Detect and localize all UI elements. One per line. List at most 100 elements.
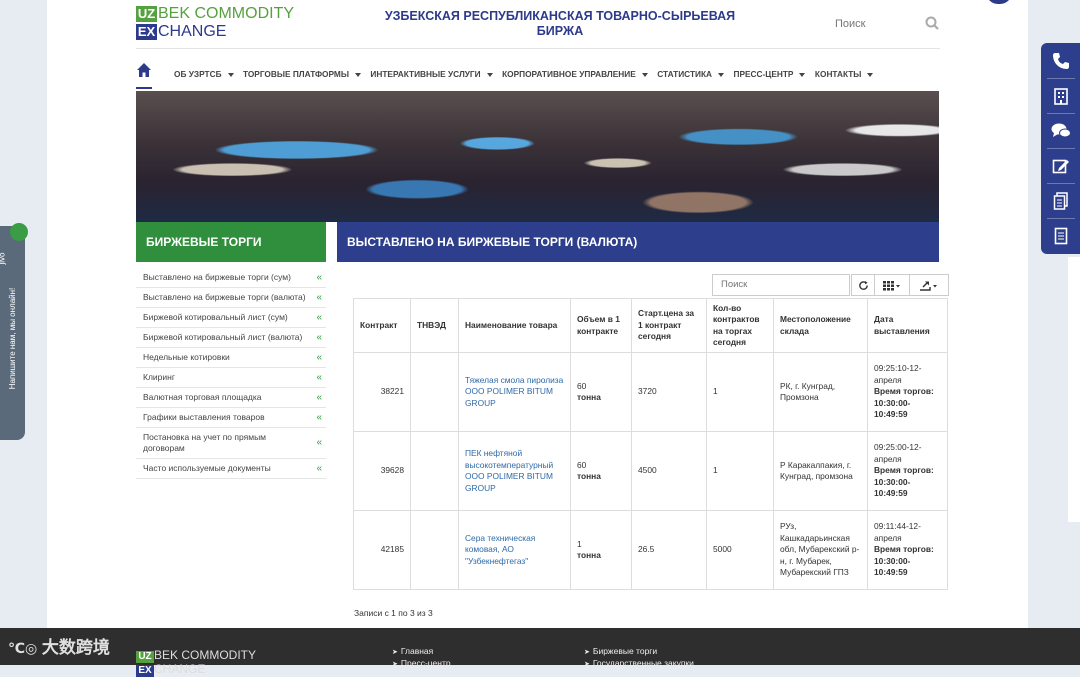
logo-row-bottom: EX CHANGE (136, 24, 226, 40)
col-header-price[interactable]: Старт.цена за 1 контракт сегодня (631, 298, 707, 353)
export-icon (920, 281, 937, 291)
records-info: Записи с 1 по 3 из 3 (354, 608, 433, 618)
header-search (835, 14, 945, 32)
nav-item-services[interactable]: ИНТЕРАКТИВНЫЕ УСЛУГИ (370, 69, 493, 79)
nav-item-statistics[interactable]: СТАТИСТИКА (657, 69, 725, 79)
cell-date: 09:11:44-12-апреля Время торгов: 10:30:00-… (867, 510, 948, 590)
side-menu-item[interactable]: Выставлено на биржевые торги (сум) « (136, 268, 326, 288)
chevron-down-icon (641, 72, 648, 77)
product-link[interactable]: Тяжелая смола пиролиза ООО POLIMER BITUM… (465, 375, 563, 408)
refresh-button[interactable] (851, 274, 875, 296)
chevron-left-icon: « (316, 371, 322, 383)
col-header-volume[interactable]: Объем в 1 контракте (570, 298, 632, 353)
nav-item-governance[interactable]: КОРПОРАТИВНОЕ УПРАВЛЕНИЕ (502, 69, 648, 79)
nav-item-label: СТАТИСТИКА (657, 69, 713, 79)
chevron-left-icon: « (316, 291, 322, 303)
chat-bubbles-icon[interactable] (1047, 117, 1075, 145)
cell-tnved (410, 510, 459, 590)
footer-link[interactable]: ➤ Биржевые торги (584, 646, 694, 658)
columns-button[interactable] (874, 274, 910, 296)
chevron-down-icon (799, 72, 806, 77)
side-menu-item[interactable]: Часто используемые документы « (136, 459, 326, 479)
side-menu-item[interactable]: Биржевой котировальный лист (сум) « (136, 308, 326, 328)
cell-name: ПЕК нефтяной высокотемпературный ООО POL… (458, 431, 571, 511)
col-header-date[interactable]: Дата выставления (867, 298, 948, 353)
chevron-down-icon (227, 72, 234, 77)
live-chat-tab[interactable]: jivo Напишите нам, мы онлайн! (0, 223, 28, 440)
footer-links-col2: ➤ Биржевые торги ➤ Государственные закупки (584, 646, 694, 670)
col-header-name[interactable]: Наименование товара (458, 298, 571, 353)
site-logo[interactable]: UZ BEK COMMODITY EX CHANGE (136, 5, 296, 41)
col-header-tnved[interactable]: ТНВЭД (410, 298, 459, 353)
side-menu-item[interactable]: Графики выставления товаров « (136, 408, 326, 428)
edit-icon[interactable] (1047, 152, 1075, 180)
dock-divider (1047, 78, 1075, 79)
nav-item-label: КОНТАКТЫ (814, 69, 862, 79)
nav-item-contacts[interactable]: КОНТАКТЫ (815, 69, 874, 79)
footer-link-label: Государственные закупки (592, 658, 694, 668)
table-header-row: Контракт ТНВЭД Наименование товара Объем… (353, 298, 948, 353)
cell-name: Сера техническая комовая, АО "Узбекнефте… (458, 510, 571, 590)
table-search-input[interactable] (712, 274, 850, 296)
documents-icon[interactable] (1047, 187, 1075, 215)
export-button[interactable] (909, 274, 949, 296)
trade-time-label: Время торгов: (874, 465, 934, 476)
cell-count: 1 (706, 431, 774, 511)
site-title: УЗБЕКСКАЯ РЕСПУБЛИКАНСКАЯ ТОВАРНО-СЫРЬЕВ… (384, 9, 736, 38)
nav-menu: ОБ УЗРТСБ ТОРГОВЫЕ ПЛАТФОРМЫ ИНТЕРАКТИВН… (174, 64, 878, 82)
side-menu-label: Часто используемые документы (143, 463, 271, 473)
search-icon[interactable] (925, 16, 939, 35)
product-link[interactable]: ПЕК нефтяной высокотемпературный ООО POL… (465, 448, 553, 493)
side-menu-item[interactable]: Клиринг « (136, 368, 326, 388)
main-nav: ОБ УЗРТСБ ТОРГОВЫЕ ПЛАТФОРМЫ ИНТЕРАКТИВН… (136, 48, 940, 89)
footer-link-label: Биржевые торги (592, 646, 658, 656)
volume-unit: тонна (577, 392, 601, 402)
logo-change: CHANGE (158, 23, 227, 40)
chevron-down-icon (718, 72, 725, 77)
building-icon[interactable] (1047, 82, 1075, 110)
phone-icon[interactable] (1047, 47, 1075, 75)
chevron-left-icon: « (316, 311, 322, 323)
side-menu-item[interactable]: Биржевой котировальный лист (валюта) « (136, 328, 326, 348)
refresh-icon (858, 280, 868, 290)
side-menu: Выставлено на биржевые торги (сум) « Выст… (136, 268, 326, 479)
chat-label: Напишите нам, мы онлайн! (8, 287, 17, 390)
footer-logo-bottom: EX CHANGE (136, 662, 205, 677)
footer-link[interactable]: ➤ Государственные закупки (584, 658, 694, 670)
listings-table-wrap: Контракт ТНВЭД Наименование товара Объем… (353, 298, 948, 590)
volume-value: 60 (577, 380, 587, 391)
side-menu-item[interactable]: Постановка на учет по прямым договорам « (136, 428, 326, 459)
trade-time-value: 10:30:00-10:49:59 (874, 555, 911, 578)
nav-item-label: ИНТЕРАКТИВНЫЕ УСЛУГИ (370, 69, 481, 79)
col-header-contract[interactable]: Контракт (353, 298, 411, 353)
right-contact-dock (1041, 43, 1080, 254)
col-header-count[interactable]: Кол-во контрактов на торгах сегодня (706, 298, 774, 353)
col-header-location[interactable]: Местоположение склада (773, 298, 868, 353)
volume-unit: тонна (577, 471, 601, 481)
cell-volume: 60 тонна (570, 431, 632, 511)
side-menu-item[interactable]: Валютная торговая площадка « (136, 388, 326, 408)
chevron-down-icon (867, 72, 874, 77)
cell-price: 3720 (631, 352, 707, 432)
home-icon[interactable] (136, 62, 152, 78)
trade-time-label: Время торгов: (874, 544, 934, 555)
side-menu-item[interactable]: Выставлено на биржевые торги (валюта) « (136, 288, 326, 308)
footer-logo[interactable]: UZ BEK COMMODITY EX CHANGE (136, 646, 286, 677)
dock-divider (1047, 183, 1075, 184)
document-icon[interactable] (1047, 222, 1075, 250)
side-menu-label: Биржевой котировальный лист (сум) (143, 312, 288, 322)
nav-item-press[interactable]: ПРЕСС-ЦЕНТР (734, 69, 806, 79)
table-row: 39628 ПЕК нефтяной высокотемпературный О… (353, 431, 948, 511)
dock-divider (1047, 148, 1075, 149)
cell-contract: 42185 (353, 510, 411, 590)
side-menu-item[interactable]: Недельные котировки « (136, 348, 326, 368)
cell-location: РК, г. Кунград, Промзона (773, 352, 868, 432)
nav-item-platforms[interactable]: ТОРГОВЫЕ ПЛАТФОРМЫ (243, 69, 361, 79)
nav-item-about[interactable]: ОБ УЗРТСБ (174, 69, 234, 79)
chevron-left-icon: « (316, 462, 322, 474)
product-link[interactable]: Сера техническая комовая, АО "Узбекнефте… (465, 533, 535, 566)
footer-link[interactable]: ➤ Пресс-центр (392, 658, 451, 670)
cell-location: РУз, Кашкадарьинская обл, Мубарекский р-… (773, 510, 868, 590)
footer-link[interactable]: ➤ Главная (392, 646, 451, 658)
header-search-input[interactable] (835, 16, 915, 32)
